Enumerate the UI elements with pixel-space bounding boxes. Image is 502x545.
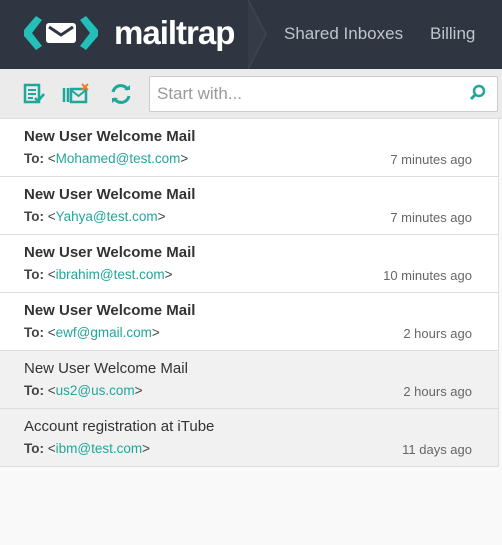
header-separator (248, 0, 268, 69)
message-row[interactable]: Account registration at iTube To: <ibm@t… (0, 409, 498, 467)
message-subject: Account registration at iTube (24, 418, 215, 435)
message-row[interactable]: New User Welcome Mail To: <Mohamed@test.… (0, 119, 498, 177)
message-list: New User Welcome Mail To: <Mohamed@test.… (0, 119, 499, 467)
message-recipient: To: <ibm@test.com> (24, 441, 151, 456)
message-row[interactable]: New User Welcome Mail To: <ibrahim@test.… (0, 235, 498, 293)
message-recipient: To: <Mohamed@test.com> (24, 151, 189, 166)
recipient-email: Mohamed@test.com (55, 151, 181, 166)
envelope-logo-icon (24, 16, 98, 50)
recipient-email: ewf@gmail.com (55, 325, 152, 340)
message-time: 7 minutes ago (390, 152, 472, 167)
search-icon[interactable] (469, 84, 487, 102)
mailtrap-logo[interactable]: mailtrap (22, 14, 235, 52)
nav-billing[interactable]: Billing (430, 24, 475, 44)
message-time: 2 hours ago (403, 326, 472, 341)
message-subject: New User Welcome Mail (24, 244, 196, 261)
message-row[interactable]: New User Welcome Mail To: <Yahya@test.co… (0, 177, 498, 235)
message-time: 11 days ago (402, 442, 472, 457)
mark-read-icon[interactable] (23, 83, 47, 105)
top-header: mailtrap Shared Inboxes Billing (0, 0, 502, 69)
message-recipient: To: <ewf@gmail.com> (24, 325, 160, 340)
message-recipient: To: <Yahya@test.com> (24, 209, 166, 224)
message-row[interactable]: New User Welcome Mail To: <us2@us.com> 2… (0, 351, 498, 409)
message-row[interactable]: New User Welcome Mail To: <ewf@gmail.com… (0, 293, 498, 351)
message-time: 7 minutes ago (390, 210, 472, 225)
message-subject: New User Welcome Mail (24, 186, 196, 203)
brand-name: mailtrap (114, 14, 235, 51)
to-label: To: (24, 383, 44, 398)
to-label: To: (24, 325, 44, 340)
message-subject: New User Welcome Mail (24, 302, 196, 319)
clear-inbox-icon[interactable] (62, 83, 90, 105)
recipient-email: us2@us.com (55, 383, 135, 398)
search-box (149, 76, 498, 112)
recipient-email: ibm@test.com (55, 441, 143, 456)
to-label: To: (24, 151, 44, 166)
recipient-email: Yahya@test.com (55, 209, 158, 224)
to-label: To: (24, 267, 44, 282)
nav-shared-inboxes[interactable]: Shared Inboxes (284, 24, 403, 44)
message-subject: New User Welcome Mail (24, 128, 196, 145)
message-subject: New User Welcome Mail (24, 360, 188, 377)
toolbar (0, 69, 502, 119)
to-label: To: (24, 441, 44, 456)
to-label: To: (24, 209, 44, 224)
message-time: 10 minutes ago (383, 268, 472, 283)
search-input[interactable] (150, 77, 450, 111)
refresh-icon[interactable] (109, 83, 133, 105)
message-time: 2 hours ago (403, 384, 472, 399)
message-recipient: To: <us2@us.com> (24, 383, 143, 398)
message-recipient: To: <ibrahim@test.com> (24, 267, 173, 282)
recipient-email: ibrahim@test.com (55, 267, 165, 282)
